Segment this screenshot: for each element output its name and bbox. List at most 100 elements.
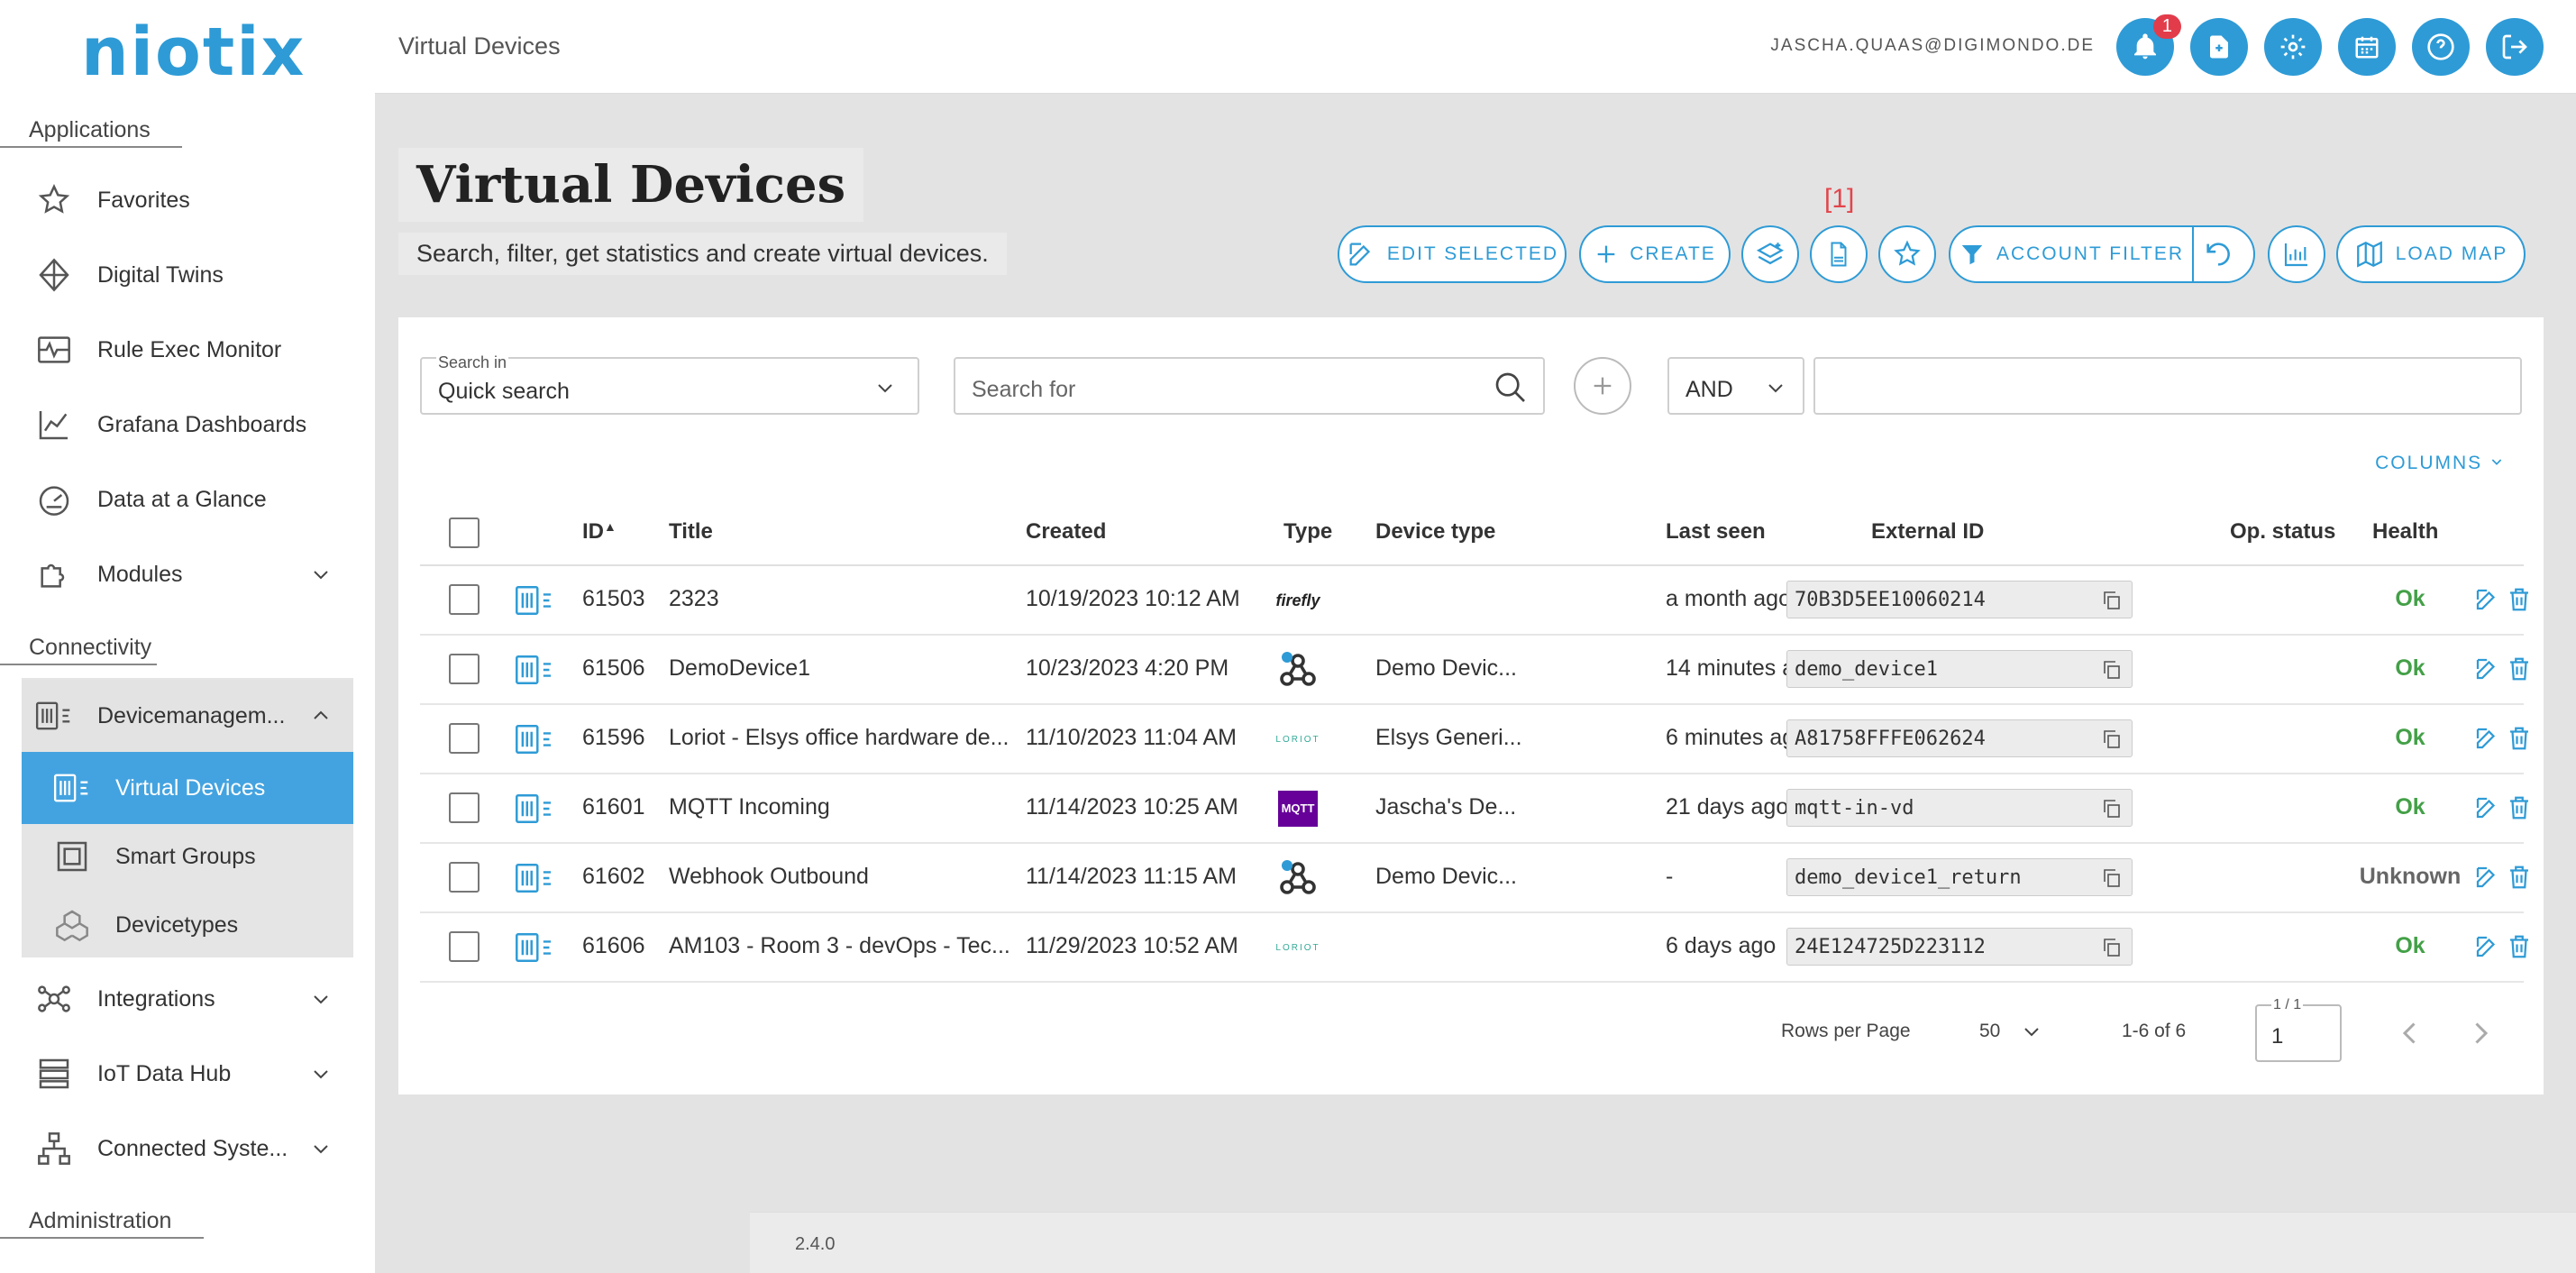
cell-title[interactable]: Webhook Outbound <box>669 864 1011 890</box>
column-op-status[interactable]: Op. status <box>2230 519 2335 545</box>
chevron-right-icon[interactable] <box>2464 1017 2497 1049</box>
cell-device-type[interactable]: Demo Devic... <box>1375 655 1538 682</box>
sidebar-item-smart-groups[interactable]: Smart Groups <box>22 820 353 893</box>
virtual-device-icon[interactable] <box>514 930 555 966</box>
add-condition-button[interactable] <box>1574 357 1631 415</box>
trash-icon[interactable] <box>2506 864 2533 891</box>
virtual-device-icon[interactable] <box>514 860 555 896</box>
edit-icon[interactable] <box>2473 725 2500 752</box>
table-row[interactable]: 61602 Webhook Outbound 11/14/2023 11:15 … <box>420 844 2528 913</box>
edit-icon[interactable] <box>2473 864 2500 891</box>
edit-icon[interactable] <box>2473 794 2500 821</box>
layers-add-button[interactable] <box>1741 225 1799 283</box>
page-number-input[interactable]: 1 / 1 1 <box>2255 997 2342 1062</box>
sidebar-item-label: Digital Twins <box>97 261 224 288</box>
edit-selected-button[interactable]: EDIT SELECTED <box>1338 225 1567 283</box>
edit-icon[interactable] <box>2473 655 2500 682</box>
row-checkbox[interactable] <box>449 723 480 754</box>
row-checkbox[interactable] <box>449 862 480 893</box>
sidebar-item-devicetypes[interactable]: Devicetypes <box>22 889 353 961</box>
virtual-device-icon[interactable] <box>514 791 555 827</box>
sidebar-item-grafana-dashboards[interactable]: Grafana Dashboards <box>0 389 353 461</box>
copy-icon[interactable] <box>2101 659 2123 681</box>
cell-title[interactable]: 2323 <box>669 586 1011 612</box>
chevron-left-icon[interactable] <box>2394 1017 2426 1049</box>
trash-icon[interactable] <box>2506 725 2533 752</box>
virtual-device-icon[interactable] <box>514 652 555 688</box>
row-checkbox[interactable] <box>449 931 480 962</box>
sidebar-item-iot-data-hub[interactable]: IoT Data Hub <box>0 1038 353 1110</box>
favorite-button[interactable] <box>1878 225 1936 283</box>
table-row[interactable]: 61606 AM103 - Room 3 - devOps - Tec... 1… <box>420 913 2528 983</box>
trash-icon[interactable] <box>2506 655 2533 682</box>
sidebar-item-favorites[interactable]: Favorites <box>0 164 353 236</box>
loriot-logo-icon: LORIOT <box>1275 942 1320 953</box>
edit-icon[interactable] <box>2473 586 2500 613</box>
table-row[interactable]: 61596 Loriot - Elsys office hardware de.… <box>420 705 2528 774</box>
column-created[interactable]: Created <box>1026 519 1106 545</box>
cell-title[interactable]: Loriot - Elsys office hardware de... <box>669 725 1011 751</box>
user-email[interactable]: JASCHA.QUAAS@DIGIMONDO.DE <box>1770 36 2095 56</box>
cell-title[interactable]: MQTT Incoming <box>669 794 1011 820</box>
sidebar-item-devicemanagement[interactable]: Devicemanagem... <box>22 680 353 752</box>
account-filter-button[interactable]: ACCOUNT FILTER <box>1949 225 2194 283</box>
filter-value-input[interactable] <box>1813 357 2522 415</box>
row-checkbox[interactable] <box>449 584 480 615</box>
copy-icon[interactable] <box>2101 798 2123 820</box>
sidebar-item-integrations[interactable]: Integrations <box>0 963 353 1035</box>
calendar-button[interactable] <box>2338 18 2396 76</box>
cell-title[interactable]: AM103 - Room 3 - devOps - Tec... <box>669 933 1011 959</box>
help-button[interactable] <box>2412 18 2470 76</box>
notifications-button[interactable]: 1 <box>2116 14 2181 76</box>
sidebar-item-rule-exec-monitor[interactable]: Rule Exec Monitor <box>0 314 353 386</box>
column-type[interactable]: Type <box>1283 519 1332 545</box>
column-device-type[interactable]: Device type <box>1375 519 1495 545</box>
column-last-seen[interactable]: Last seen <box>1666 519 1766 545</box>
column-health[interactable]: Health <box>2372 519 2438 545</box>
column-title[interactable]: Title <box>669 519 713 545</box>
select-all-checkbox[interactable] <box>449 517 480 548</box>
rows-per-page-select[interactable]: 50 <box>1979 1021 2000 1042</box>
row-checkbox[interactable] <box>449 792 480 823</box>
table-row[interactable]: 61601 MQTT Incoming 11/14/2023 10:25 AM … <box>420 774 2528 844</box>
cell-device-type[interactable]: Jascha's De... <box>1375 794 1538 820</box>
virtual-device-icon[interactable] <box>514 721 555 757</box>
cell-created: 11/10/2023 11:04 AM <box>1026 725 1237 750</box>
load-map-button[interactable]: LOAD MAP <box>2336 225 2526 283</box>
niotix-logo[interactable]: niotix <box>81 14 306 91</box>
copy-icon[interactable] <box>2101 590 2123 611</box>
sidebar-item-modules[interactable]: Modules <box>0 538 353 610</box>
trash-icon[interactable] <box>2506 586 2533 613</box>
trash-icon[interactable] <box>2506 933 2533 960</box>
column-external-id[interactable]: External ID <box>1871 519 1984 545</box>
sidebar-item-connected-systems[interactable]: Connected Syste... <box>0 1113 353 1185</box>
columns-menu-button[interactable]: COLUMNS <box>2375 453 2504 474</box>
logout-button[interactable] <box>2486 18 2544 76</box>
copy-icon[interactable] <box>2101 937 2123 958</box>
create-button[interactable]: CREATE <box>1579 225 1731 283</box>
cell-last-seen: 6 days ago <box>1666 933 1777 958</box>
reset-filter-button[interactable] <box>2192 225 2255 283</box>
settings-button[interactable] <box>2264 18 2322 76</box>
edit-icon[interactable] <box>2473 933 2500 960</box>
sidebar-item-digital-twins[interactable]: Digital Twins <box>0 239 353 311</box>
search-input[interactable]: Search for <box>954 357 1545 415</box>
cell-title[interactable]: DemoDevice1 <box>669 655 1011 682</box>
csv-export-button[interactable] <box>1810 225 1868 283</box>
sidebar-item-data-at-a-glance[interactable]: Data at a Glance <box>0 463 353 536</box>
sidebar-item-virtual-devices[interactable]: Virtual Devices <box>22 752 353 824</box>
copy-icon[interactable] <box>2101 728 2123 750</box>
table-row[interactable]: 61503 2323 10/19/2023 10:12 AM firefly a… <box>420 566 2528 636</box>
table-row[interactable]: 61506 DemoDevice1 10/23/2023 4:20 PM Dem… <box>420 636 2528 705</box>
column-id[interactable]: ID▲ <box>582 519 617 545</box>
cell-device-type[interactable]: Demo Devic... <box>1375 864 1538 890</box>
virtual-device-icon[interactable] <box>514 582 555 618</box>
copy-icon[interactable] <box>2101 867 2123 889</box>
new-document-button[interactable] <box>2190 18 2248 76</box>
search-in-select[interactable]: Search in Quick search <box>420 353 919 415</box>
trash-icon[interactable] <box>2506 794 2533 821</box>
row-checkbox[interactable] <box>449 654 480 684</box>
logic-operator-select[interactable]: AND <box>1667 357 1804 415</box>
statistics-button[interactable] <box>2268 225 2325 283</box>
cell-device-type[interactable]: Elsys Generi... <box>1375 725 1538 751</box>
